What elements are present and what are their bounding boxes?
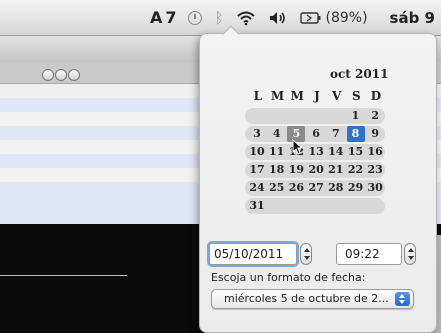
wifi-icon: [236, 11, 255, 25]
bluetooth-menu[interactable]: ᛒ: [214, 9, 223, 27]
calendar-day[interactable]: 6: [307, 126, 325, 142]
background-divider: [0, 275, 127, 276]
menu-bar: A 7 ᛒ (89%) sáb 9: [0, 0, 441, 36]
clock-menu[interactable]: sáb 9: [380, 9, 435, 27]
wifi-menu[interactable]: [236, 10, 256, 26]
weekday-label: M: [270, 89, 285, 103]
weekday-header: L M M J V S D: [248, 89, 386, 103]
adobe-menu-extra[interactable]: A 7: [150, 8, 177, 27]
calendar-day[interactable]: 10: [248, 144, 266, 160]
bluetooth-icon: ᛒ: [214, 8, 224, 27]
calendar-day[interactable]: 9: [366, 126, 384, 142]
battery-percent: (89%): [325, 9, 368, 26]
date-field[interactable]: 05/10/2011: [209, 243, 297, 265]
weekday-label: M: [290, 89, 304, 103]
calendar-nav: [42, 69, 80, 81]
calendar-day[interactable]: 28: [327, 180, 345, 196]
calendar-day[interactable]: 4: [268, 126, 286, 142]
calendar-day[interactable]: 7: [327, 126, 345, 142]
calendar-day[interactable]: 11: [268, 144, 286, 160]
calendar-month-title: oct 2011: [330, 67, 389, 81]
calendar-day[interactable]: 30: [366, 180, 384, 196]
today-button[interactable]: [55, 69, 67, 81]
mouse-cursor: [292, 139, 304, 155]
weekday-label: J: [314, 89, 320, 103]
calendar-week-row: [245, 198, 385, 214]
calendar-day[interactable]: 18: [268, 162, 286, 178]
next-month-button[interactable]: [68, 69, 80, 81]
speaker-icon: [269, 11, 285, 24]
calendar-day[interactable]: 2: [366, 108, 384, 124]
menu-date-label: sáb 9: [389, 8, 435, 27]
weekday-label: V: [331, 89, 342, 103]
calendar-day[interactable]: 20: [307, 162, 325, 178]
volume-menu[interactable]: [268, 10, 288, 26]
previous-month-button[interactable]: [42, 69, 54, 81]
calendar-day[interactable]: 3: [248, 126, 266, 142]
date-format-select[interactable]: miércoles 5 de octubre de 2...: [211, 289, 414, 309]
calendar-day[interactable]: 26: [287, 180, 305, 196]
calendar-day[interactable]: 22: [347, 162, 365, 178]
battery-menu[interactable]: (89%): [299, 9, 368, 26]
time-field[interactable]: 09:22: [336, 243, 402, 265]
calendar-day[interactable]: 13: [307, 144, 325, 160]
calendar-day[interactable]: 25: [268, 180, 286, 196]
calendar-day[interactable]: 31: [248, 198, 266, 214]
time-machine-menu[interactable]: [188, 10, 203, 25]
calendar-day[interactable]: 23: [366, 162, 384, 178]
date-format-value: miércoles 5 de octubre de 2...: [224, 292, 389, 305]
calendar-day[interactable]: 19: [287, 162, 305, 178]
calendar-day[interactable]: 15: [347, 144, 365, 160]
calendar-day[interactable]: 21: [327, 162, 345, 178]
weekday-label: S: [351, 89, 361, 103]
clock-icon: [188, 10, 203, 25]
select-arrows-icon: [395, 292, 410, 306]
calendar-day[interactable]: 17: [248, 162, 266, 178]
weekday-label: L: [253, 89, 263, 103]
date-format-label: Escoja un formato de fecha:: [211, 271, 366, 284]
calendar-day[interactable]: 16: [366, 144, 384, 160]
battery-icon: [299, 11, 320, 24]
calendar-day[interactable]: 27: [307, 180, 325, 196]
calendar-day[interactable]: 29: [347, 180, 365, 196]
calendar-day[interactable]: 14: [327, 144, 345, 160]
adobe-icon: A: [149, 8, 162, 27]
calendar-day[interactable]: 8: [346, 126, 365, 142]
time-stepper[interactable]: [404, 243, 416, 265]
adobe-update-count: 7: [165, 8, 177, 27]
date-stepper[interactable]: [300, 243, 312, 265]
calendar-day[interactable]: 24: [248, 180, 266, 196]
calendar-day[interactable]: 1: [347, 108, 365, 124]
weekday-label: D: [370, 89, 382, 103]
